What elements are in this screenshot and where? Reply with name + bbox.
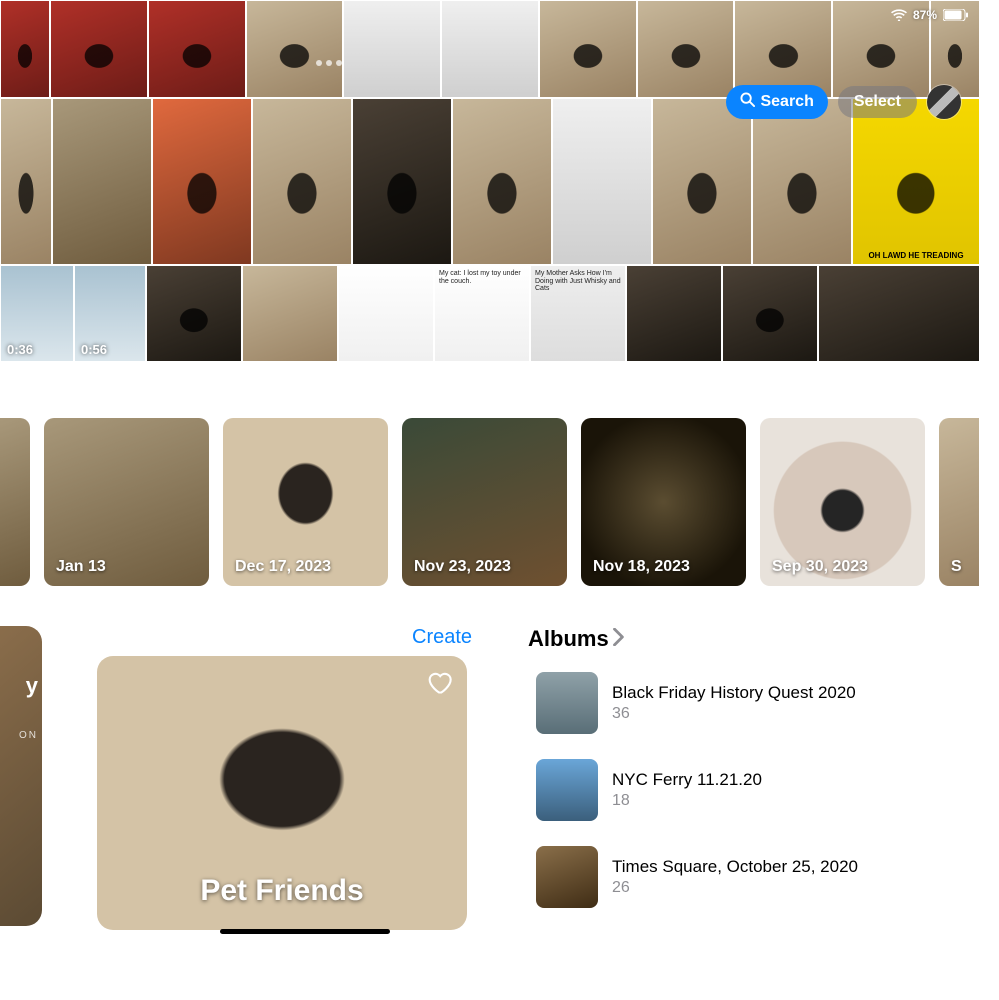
- photo-thumb[interactable]: [152, 98, 252, 265]
- create-link[interactable]: Create: [412, 626, 472, 649]
- album-row[interactable]: Black Friday History Quest 2020 36: [528, 664, 968, 742]
- search-icon: [740, 92, 755, 112]
- thumb-caption: My Mother Asks How I'm Doing with Just W…: [535, 270, 625, 293]
- album-row[interactable]: NYC Ferry 11.21.20 18: [528, 751, 968, 829]
- album-thumb: [536, 846, 598, 908]
- photo-thumb[interactable]: [0, 98, 52, 265]
- memory-date: Nov 23, 2023: [414, 558, 511, 576]
- photo-thumb[interactable]: [722, 265, 818, 362]
- memory-date: Sep 30, 2023: [772, 558, 868, 576]
- more-icon[interactable]: [316, 60, 342, 66]
- video-thumb[interactable]: 0:36: [0, 265, 74, 362]
- memory-card-partial-left[interactable]: [0, 418, 30, 586]
- album-title: NYC Ferry 11.21.20: [612, 770, 762, 790]
- photo-thumb[interactable]: [242, 265, 338, 362]
- memory-card[interactable]: Sep 30, 2023: [760, 418, 925, 586]
- photo-thumb[interactable]: [752, 98, 852, 265]
- memory-date: Jan 13: [56, 558, 106, 576]
- photo-thumb[interactable]: [0, 0, 50, 98]
- memory-card[interactable]: Jan 13: [44, 418, 209, 586]
- wifi-icon: [891, 9, 907, 21]
- photo-thumb[interactable]: [552, 98, 652, 265]
- grid-row-2: OH LAWD HE TREADING: [0, 98, 980, 265]
- home-indicator: [220, 929, 390, 934]
- search-label: Search: [760, 93, 813, 111]
- photo-thumb[interactable]: [338, 265, 434, 362]
- featured-subtitle-partial: ON: [19, 730, 38, 741]
- photo-thumb[interactable]: [452, 98, 552, 265]
- photo-thumb[interactable]: [50, 0, 148, 98]
- profile-avatar[interactable]: [927, 85, 961, 119]
- album-count: 18: [612, 792, 762, 810]
- memory-date: Nov 18, 2023: [593, 558, 690, 576]
- featured-memory-card-partial[interactable]: y ON: [0, 626, 42, 926]
- memory-date: Dec 17, 2023: [235, 558, 331, 576]
- photo-thumb[interactable]: [252, 98, 352, 265]
- photo-thumb[interactable]: [146, 265, 242, 362]
- battery-icon: [943, 9, 969, 21]
- chevron-right-icon: [613, 626, 625, 652]
- photo-thumb-headline-a[interactable]: My cat: I lost my toy under the couch.: [434, 265, 530, 362]
- photo-thumb-meme[interactable]: OH LAWD HE TREADING: [852, 98, 980, 265]
- album-thumb: [536, 672, 598, 734]
- album-count: 36: [612, 705, 856, 723]
- thumb-caption: My cat: I lost my toy under the couch.: [439, 270, 529, 285]
- photo-thumb[interactable]: [343, 0, 441, 98]
- memory-card-partial-right[interactable]: S: [939, 418, 979, 586]
- top-action-bar: Search Select: [726, 85, 961, 119]
- featured-title-partial: y: [26, 674, 38, 698]
- search-button[interactable]: Search: [726, 85, 827, 119]
- grid-row-3: 0:36 0:56 My cat: I lost my toy under th…: [0, 265, 980, 362]
- video-duration: 0:36: [7, 342, 33, 357]
- battery-percent: 87%: [913, 8, 937, 22]
- memory-card[interactable]: Dec 17, 2023: [223, 418, 388, 586]
- photo-thumb[interactable]: [441, 0, 539, 98]
- album-thumb: [536, 759, 598, 821]
- status-bar: 87%: [891, 8, 969, 22]
- select-label: Select: [854, 93, 901, 110]
- grid-row-1: [0, 0, 980, 98]
- photo-thumb[interactable]: [734, 0, 832, 98]
- select-button[interactable]: Select: [838, 86, 917, 118]
- photo-thumb[interactable]: [246, 0, 344, 98]
- photo-thumb[interactable]: [818, 265, 980, 362]
- video-duration: 0:56: [81, 342, 107, 357]
- album-title: Times Square, October 25, 2020: [612, 857, 858, 877]
- video-thumb[interactable]: 0:56: [74, 265, 146, 362]
- photo-thumb[interactable]: [652, 98, 752, 265]
- memories-row[interactable]: Jan 13 Dec 17, 2023 Nov 23, 2023 Nov 18,…: [0, 418, 980, 586]
- albums-header-label: Albums: [528, 626, 609, 652]
- photo-thumb[interactable]: [148, 0, 246, 98]
- album-title: Black Friday History Quest 2020: [612, 683, 856, 703]
- photo-thumb[interactable]: [52, 98, 152, 265]
- album-count: 26: [612, 879, 858, 897]
- memory-card[interactable]: Nov 18, 2023: [581, 418, 746, 586]
- memories-track: Jan 13 Dec 17, 2023 Nov 23, 2023 Nov 18,…: [0, 418, 980, 586]
- pet-friends-card[interactable]: Pet Friends: [97, 656, 467, 930]
- photo-thumb[interactable]: [637, 0, 735, 98]
- photo-thumb[interactable]: [352, 98, 452, 265]
- library-photo-grid: OH LAWD HE TREADING 0:36 0:56 My cat: I …: [0, 0, 980, 362]
- album-row[interactable]: Times Square, October 25, 2020 26: [528, 838, 968, 916]
- photo-thumb[interactable]: [539, 0, 637, 98]
- albums-header[interactable]: Albums: [528, 626, 625, 652]
- meme-caption: OH LAWD HE TREADING: [853, 251, 979, 260]
- memory-date: S: [951, 558, 962, 576]
- albums-list: Black Friday History Quest 2020 36 NYC F…: [528, 664, 968, 916]
- pet-friends-title: Pet Friends: [97, 874, 467, 908]
- favorite-heart-icon[interactable]: [425, 668, 453, 696]
- memory-card[interactable]: Nov 23, 2023: [402, 418, 567, 586]
- photo-thumb-headline-b[interactable]: My Mother Asks How I'm Doing with Just W…: [530, 265, 626, 362]
- photo-thumb[interactable]: [626, 265, 722, 362]
